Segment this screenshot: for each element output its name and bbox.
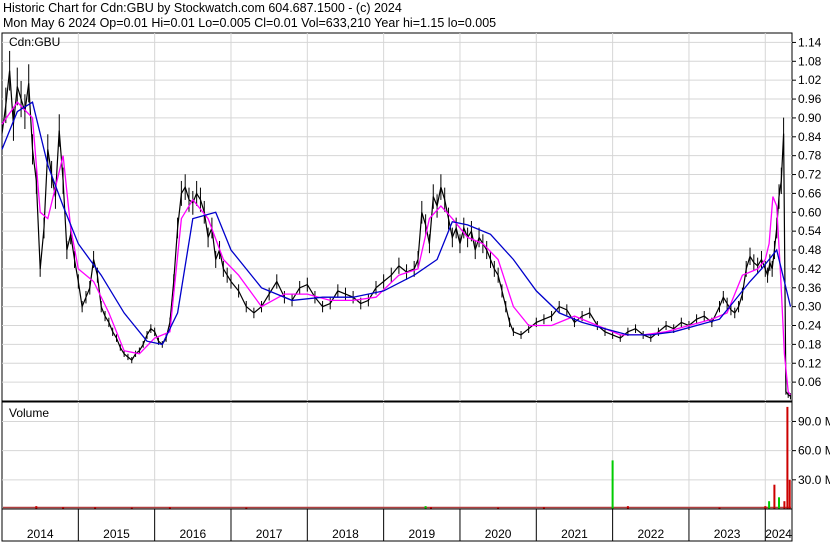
price-y-tick-label: 0.06 [798,375,822,389]
price-y-tick-label: 0.72 [798,168,822,182]
volume-bar [788,479,791,509]
price-y-tick-label: 0.96 [798,92,822,106]
x-tick-label: 2021 [561,527,588,541]
x-tick-label: 2015 [103,527,130,541]
price-panel-title: Cdn:GBU [9,35,60,49]
x-tick-label: 2014 [27,527,54,541]
stock-chart: 1.14 1.08 1.02 0.96 0.90 0.84 0.78 0.72 0.66 0.60… [1,32,830,542]
volume-bar [773,484,776,509]
price-y-tick-label: 0.30 [798,300,822,314]
volume-bar [783,501,786,509]
x-tick-label: 2018 [332,527,359,541]
price-y-tick-label: 0.90 [798,111,822,125]
price-y-tick-label: 0.60 [798,205,822,219]
volume-y-tick-label: 90.0 M [798,414,830,428]
price-y-tick-label: 0.78 [798,149,822,163]
volume-bar [786,406,789,509]
x-tick-label: 2022 [637,527,664,541]
price-y-tick-label: 0.24 [798,319,822,333]
chart-page: Historic Chart for Cdn:GBU by Stockwatch… [0,0,830,543]
price-y-tick-label: 0.42 [798,262,822,276]
price-y-tick-label: 0.36 [798,281,822,295]
volume-y-axis: 90.0 M 60.0 M 30.0 M [792,414,830,487]
volume-y-tick-label: 30.0 M [798,473,830,487]
price-y-tick-label: 0.84 [798,130,822,144]
x-tick-label: 2024 [765,527,792,541]
price-y-axis: 1.14 1.08 1.02 0.96 0.90 0.84 0.78 0.72 0.66 0.60… [792,35,822,389]
volume-y-tick-label: 60.0 M [798,444,830,458]
price-y-tick-label: 0.18 [798,337,822,351]
price-y-tick-label: 1.08 [798,54,822,68]
x-tick-label: 2019 [408,527,435,541]
price-y-tick-label: 0.66 [798,186,822,200]
price-y-tick-label: 0.54 [798,224,822,238]
x-tick-label: 2017 [256,527,283,541]
volume-panel [1,401,793,510]
x-tick-label: 2016 [179,527,206,541]
volume-bar [768,501,771,509]
price-y-tick-label: 0.12 [798,356,822,370]
x-tick-label: 2023 [714,527,741,541]
x-tick-label: 2020 [485,527,512,541]
volume-bar [778,497,780,509]
price-y-tick-label: 1.14 [798,35,822,49]
price-y-tick-label: 0.48 [798,243,822,257]
volume-panel-title: Volume [9,406,49,420]
price-y-tick-label: 1.02 [798,73,822,87]
volume-bar [611,460,614,509]
